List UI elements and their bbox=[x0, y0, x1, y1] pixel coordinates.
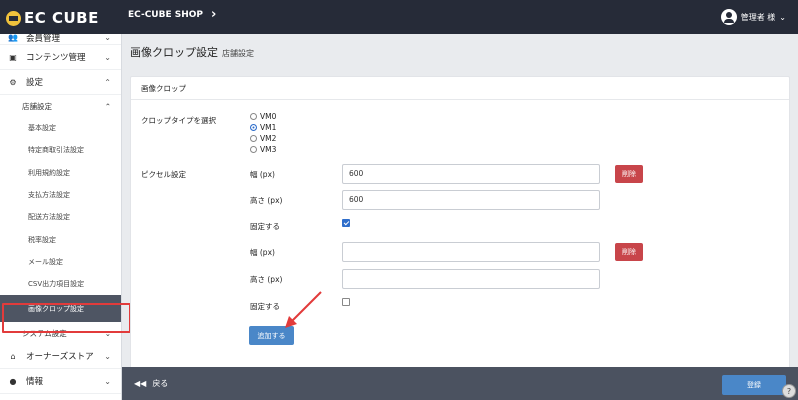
chevron-down-icon: ⌄ bbox=[104, 52, 111, 62]
back-link[interactable]: ◀◀ 戻る bbox=[134, 378, 168, 389]
sidebar-item-mail[interactable]: メール設定 bbox=[0, 251, 121, 273]
sidebar-item-customers[interactable]: 👥 会員管理 ⌄ bbox=[0, 31, 121, 45]
width-input[interactable]: 600 bbox=[342, 164, 600, 184]
shop-name: EC-CUBE SHOP bbox=[128, 10, 204, 20]
ec-cube-logo[interactable]: EC CUBE bbox=[6, 9, 118, 27]
radio-label: VM2 bbox=[260, 133, 277, 143]
fixed-label: 固定する bbox=[250, 222, 280, 231]
logo-mark-icon bbox=[6, 10, 21, 26]
bottom-bar: ◀◀ 戻る 登録 bbox=[122, 367, 798, 400]
sidebar-item-payment[interactable]: 支払方法設定 bbox=[0, 184, 121, 206]
chevron-down-icon: ⌄ bbox=[104, 33, 111, 42]
back-label: 戻る bbox=[152, 379, 169, 388]
delete-button[interactable]: 削除 bbox=[615, 243, 643, 261]
sidebar-item-label: コンテンツ管理 bbox=[26, 53, 86, 63]
sidebar: 👥 会員管理 ⌄ ▣ コンテンツ管理 ⌄ ⚙ 設定 ⌃ 店舗設定 ⌃ 基本設定 … bbox=[0, 31, 122, 400]
user-menu[interactable]: 管理者 様 ⌄ bbox=[720, 9, 786, 25]
width-label: 幅 (px) bbox=[250, 248, 275, 257]
height-label: 高さ (px) bbox=[250, 275, 283, 284]
sidebar-item-ownersstore[interactable]: ⌂ オーナーズストア ⌄ bbox=[0, 344, 121, 370]
radio-vm2[interactable]: VM2 bbox=[250, 133, 276, 143]
fixed-label: 固定する bbox=[250, 302, 280, 311]
sidebar-item-terms[interactable]: 利用規約設定 bbox=[0, 162, 121, 184]
fixed-checkbox[interactable] bbox=[342, 219, 350, 227]
sidebar-item-label: 情報 bbox=[26, 377, 44, 388]
radio-button[interactable] bbox=[250, 134, 257, 142]
sidebar-item-delivery[interactable]: 配送方法設定 bbox=[0, 206, 121, 228]
height-input[interactable]: 600 bbox=[342, 190, 600, 210]
sidebar-item-settings[interactable]: ⚙ 設定 ⌃ bbox=[0, 70, 121, 95]
users-icon: 👥 bbox=[8, 33, 18, 42]
main-content: 画像クロップ設定 店舗設定 画像クロップ クロップタイプを選択 VM0 VM1 … bbox=[122, 34, 798, 397]
red-arrow-icon bbox=[285, 291, 322, 328]
user-name: 管理者 様 bbox=[740, 12, 776, 22]
sidebar-item-shop-settings[interactable]: 店舗設定 ⌃ bbox=[0, 95, 121, 117]
radio-vm1[interactable]: VM1 bbox=[250, 122, 276, 132]
sidebar-item-basic[interactable]: 基本設定 bbox=[0, 117, 121, 139]
chevron-down-icon: ⌄ bbox=[779, 12, 786, 22]
chevron-down-icon: ⌄ bbox=[104, 351, 111, 361]
card-header: 画像クロップ bbox=[131, 77, 789, 100]
chevron-down-icon: ⌄ bbox=[104, 376, 111, 386]
chevron-up-icon: ⌃ bbox=[104, 101, 111, 111]
radio-label: VM3 bbox=[260, 144, 277, 154]
height-input[interactable] bbox=[342, 269, 600, 289]
fixed-checkbox[interactable] bbox=[342, 298, 350, 306]
pixel-settings-label: ピクセル設定 bbox=[141, 170, 186, 179]
radio-button[interactable] bbox=[250, 123, 257, 131]
radio-button[interactable] bbox=[250, 145, 257, 153]
sidebar-item-tax[interactable]: 税率設定 bbox=[0, 228, 121, 250]
radio-label: VM1 bbox=[260, 122, 277, 132]
width-input[interactable] bbox=[342, 242, 600, 262]
info-icon: ● bbox=[9, 376, 17, 386]
chevron-right-icon: › bbox=[211, 7, 217, 22]
sidebar-item-csv[interactable]: CSV出力項目設定 bbox=[0, 273, 121, 295]
sidebar-item-info[interactable]: ● 情報 ⌄ bbox=[0, 369, 121, 395]
page-title-text: 画像クロップ設定 bbox=[130, 46, 218, 59]
sidebar-item-label: 会員管理 bbox=[26, 33, 61, 44]
top-bar: EC CUBE EC-CUBE SHOP › 管理者 様 ⌄ bbox=[0, 0, 798, 34]
sidebar-item-contents[interactable]: ▣ コンテンツ管理 ⌄ bbox=[0, 45, 121, 70]
chevron-up-icon: ⌃ bbox=[104, 77, 111, 87]
height-label: 高さ (px) bbox=[250, 196, 283, 205]
highlight-box bbox=[2, 303, 131, 333]
help-icon[interactable]: ? bbox=[782, 384, 796, 398]
page-subtitle: 店舗設定 bbox=[222, 49, 254, 58]
delete-button[interactable]: 削除 bbox=[615, 165, 643, 183]
crop-type-label: クロップタイプを選択 bbox=[141, 116, 216, 125]
width-label: 幅 (px) bbox=[250, 170, 275, 179]
radio-vm0[interactable]: VM0 bbox=[250, 111, 276, 121]
gear-icon: ⚙ bbox=[9, 77, 17, 87]
document-icon: ▣ bbox=[9, 52, 17, 62]
double-chevron-left-icon: ◀◀ bbox=[134, 379, 147, 388]
sidebar-item-tradelaw[interactable]: 特定商取引法設定 bbox=[0, 139, 121, 161]
sidebar-item-label: 設定 bbox=[26, 78, 44, 88]
radio-vm3[interactable]: VM3 bbox=[250, 144, 276, 154]
radio-button[interactable] bbox=[250, 112, 257, 120]
user-avatar-icon bbox=[720, 9, 737, 25]
radio-label: VM0 bbox=[260, 111, 277, 121]
logo-text: EC CUBE bbox=[24, 9, 99, 27]
plug-icon: ⌂ bbox=[10, 351, 16, 361]
shop-name-link[interactable]: EC-CUBE SHOP › bbox=[128, 7, 217, 22]
page-title: 画像クロップ設定 店舗設定 bbox=[130, 44, 254, 60]
image-crop-card: 画像クロップ クロップタイプを選択 VM0 VM1 VM2 VM3 ピクセル設定… bbox=[130, 76, 790, 397]
sidebar-item-label: オーナーズストア bbox=[26, 352, 94, 363]
register-button[interactable]: 登録 bbox=[722, 375, 786, 395]
sidebar-item-label: 店舗設定 bbox=[22, 101, 52, 111]
